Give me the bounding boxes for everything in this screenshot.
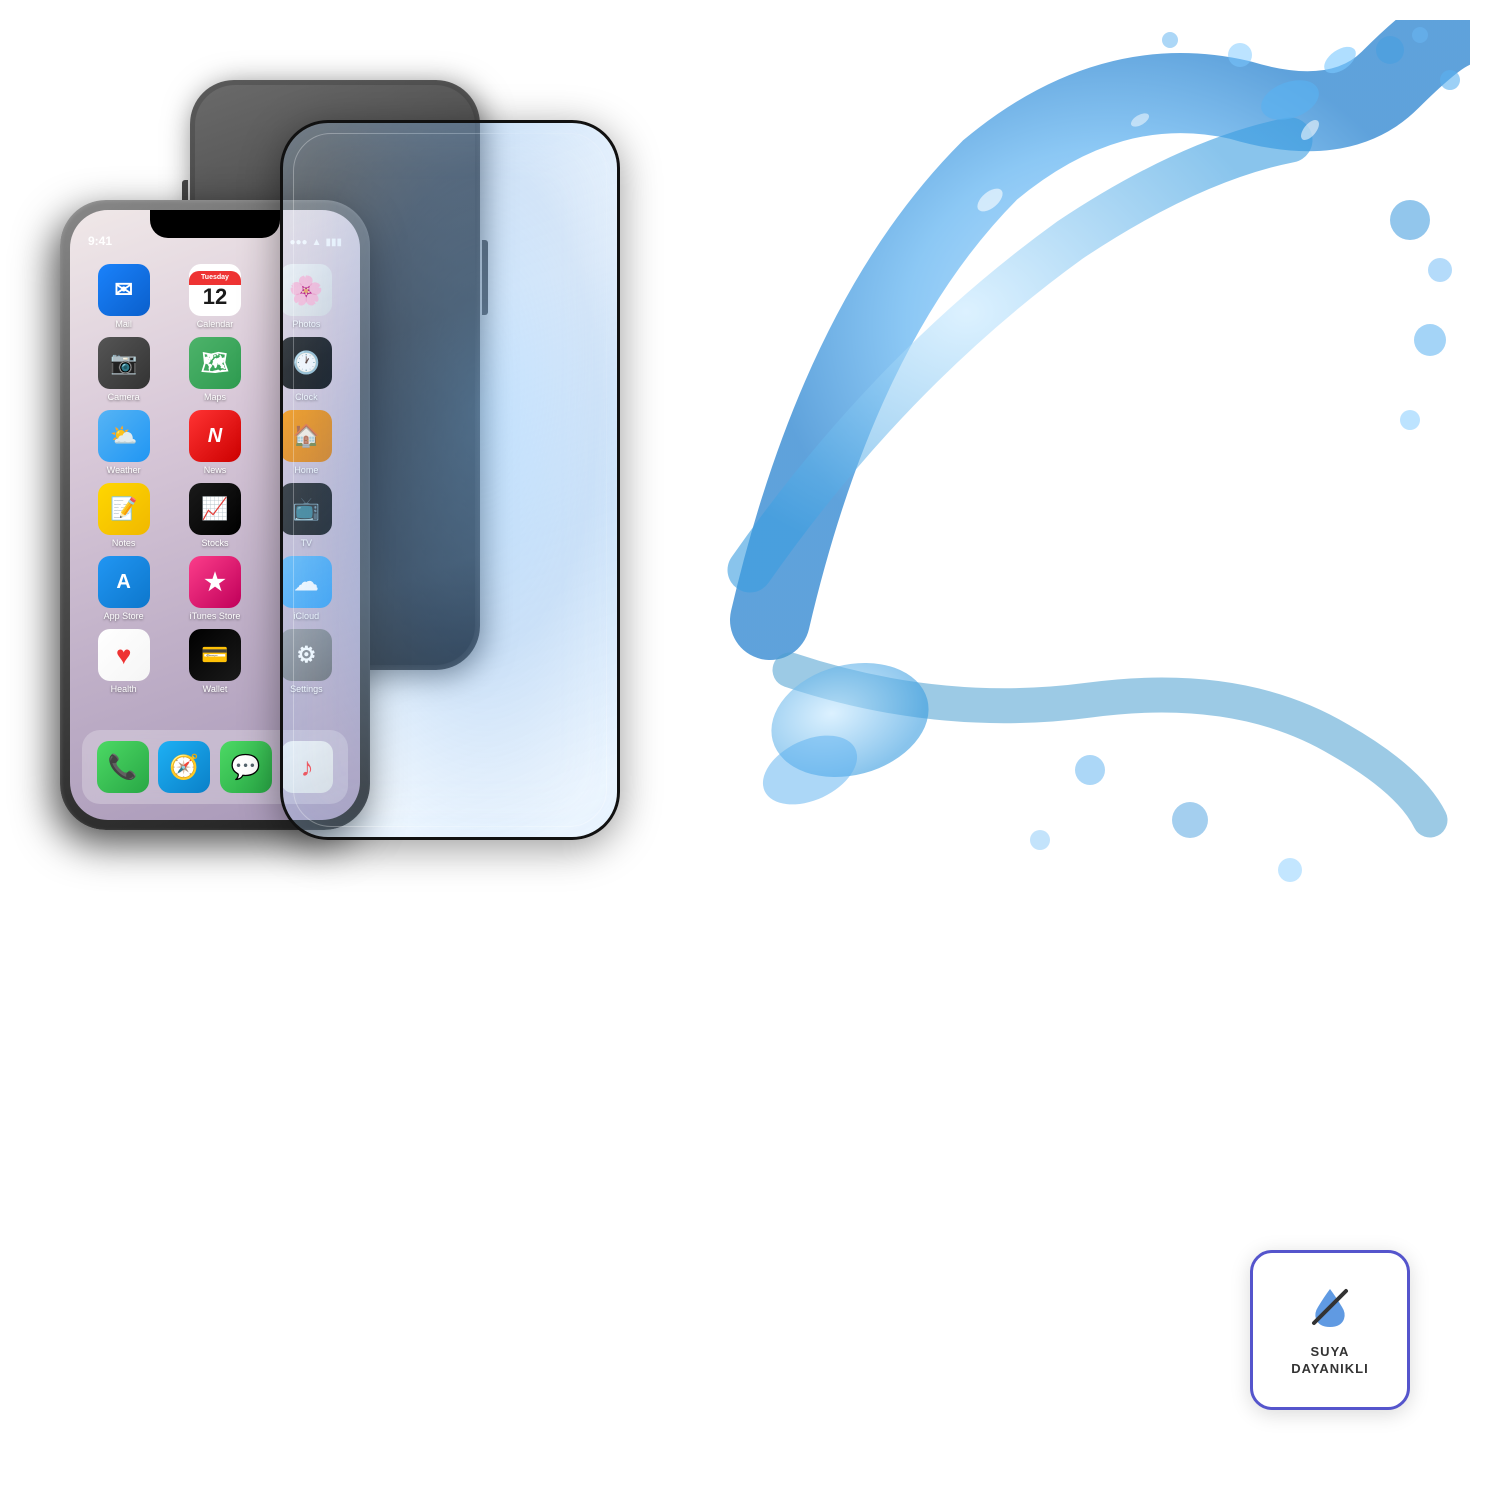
app-icon-wallet[interactable]: 💳 Wallet [173,629,256,694]
itunes-icon: ★ [189,556,241,608]
glass-protector [280,120,620,840]
maps-icon: 🗺 [189,337,241,389]
app-icon-itunes[interactable]: ★ iTunes Store [173,556,256,621]
safari-icon: 🧭 [158,741,210,793]
news-label: News [204,465,227,475]
app-icon-health[interactable]: ♥ Health [82,629,165,694]
notes-label: Notes [112,538,136,548]
stocks-label: Stocks [201,538,228,548]
dock-phone[interactable]: 📞 [97,741,149,793]
scene: 9:41 ●●● ▲ ▮▮▮ ✉ Mail Tuesday [0,0,1500,1500]
dock-safari[interactable]: 🧭 [158,741,210,793]
badge-line1: SUYA [1311,1344,1350,1359]
weather-label: Weather [107,465,141,475]
calendar-label: Calendar [197,319,234,329]
badge-text: SUYA DAYANIKLI [1291,1344,1368,1378]
app-icon-camera[interactable]: 📷 Camera [82,337,165,402]
camera-icon: 📷 [98,337,150,389]
glass-water-effect [283,123,617,837]
notes-icon: 📝 [98,483,150,535]
app-icon-notes[interactable]: 📝 Notes [82,483,165,548]
badge-line2: DAYANIKLI [1291,1361,1368,1376]
maps-label: Maps [204,392,226,402]
health-label: Health [111,684,137,694]
mail-label: Mail [115,319,132,329]
wallet-label: Wallet [203,684,228,694]
calendar-icon: Tuesday 12 [189,264,241,316]
water-splash [690,20,1470,920]
waterproof-badge: SUYA DAYANIKLI [1250,1250,1410,1410]
stocks-icon: 📈 [189,483,241,535]
wallet-icon: 💳 [189,629,241,681]
dock-messages[interactable]: 💬 [220,741,272,793]
app-icon-maps[interactable]: 🗺 Maps [173,337,256,402]
app-icon-appstore[interactable]: A App Store [82,556,165,621]
weather-icon: ⛅ [98,410,150,462]
phone-icon: 📞 [97,741,149,793]
appstore-icon: A [98,556,150,608]
app-icon-calendar[interactable]: Tuesday 12 Calendar [173,264,256,329]
app-icon-news[interactable]: N News [173,410,256,475]
status-time: 9:41 [88,234,112,248]
notch [150,210,280,238]
mail-icon: ✉ [98,264,150,316]
app-icon-mail[interactable]: ✉ Mail [82,264,165,329]
water-drop-icon [1306,1283,1354,1338]
app-icon-weather[interactable]: ⛅ Weather [82,410,165,475]
health-icon: ♥ [98,629,150,681]
messages-icon: 💬 [220,741,272,793]
appstore-label: App Store [104,611,144,621]
news-icon: N [189,410,241,462]
itunes-label: iTunes Store [190,611,241,621]
camera-label: Camera [108,392,140,402]
app-icon-stocks[interactable]: 📈 Stocks [173,483,256,548]
